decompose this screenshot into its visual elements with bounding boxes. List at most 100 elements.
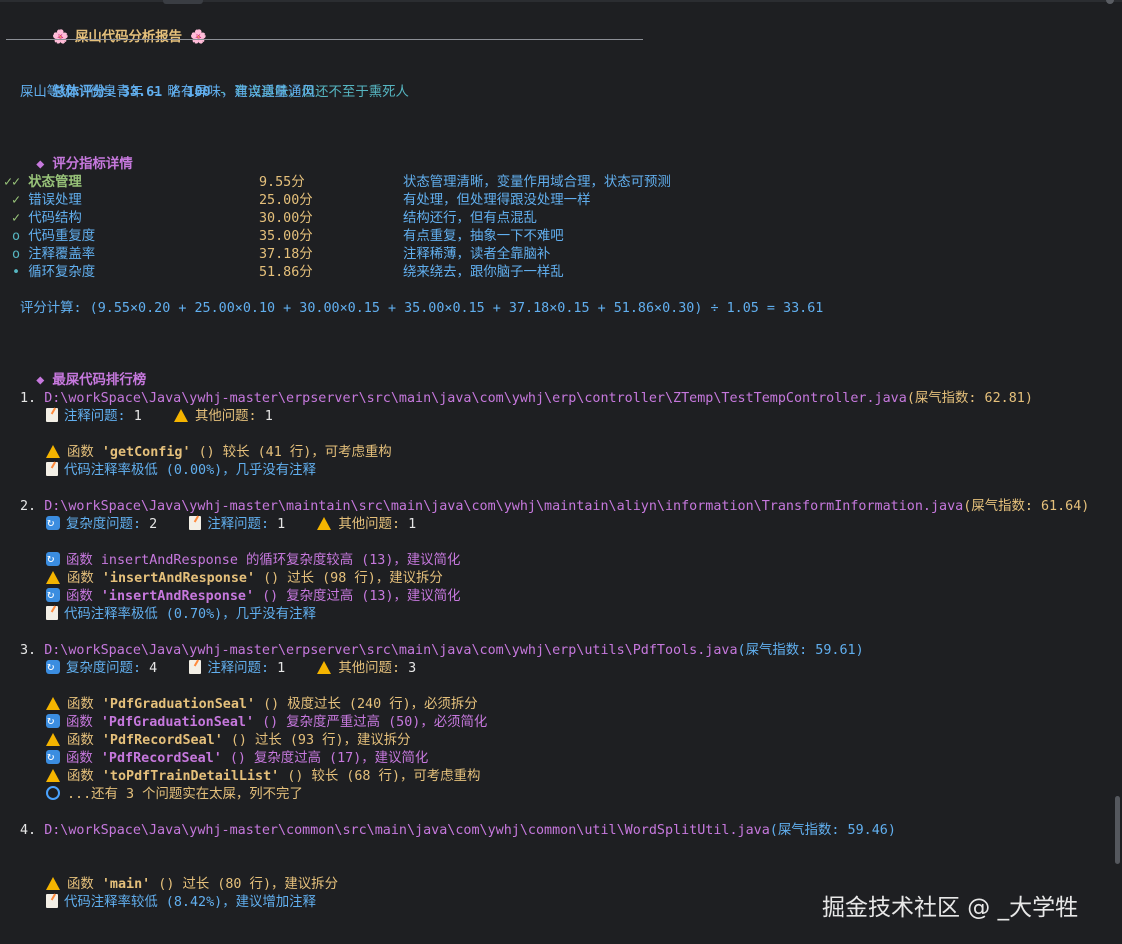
ranking-section-title: ◆ 最屎代码排行榜 bbox=[36, 373, 147, 388]
metric-description: 绕来绕去，跟你脑子一样乱 bbox=[403, 265, 564, 280]
metric-name: 代码重复度 bbox=[28, 229, 96, 244]
metric-score: 35.00分 bbox=[259, 229, 313, 244]
warning-icon bbox=[317, 517, 332, 530]
issue-detail: () 复杂度过高 (17)，建议简化 bbox=[221, 751, 429, 766]
ranked-file-row: 1. D:\workSpace\Java\ywhj-master\erpserv… bbox=[20, 390, 1033, 408]
memo-icon bbox=[46, 408, 58, 422]
shit-index: (屎气指数: 59.46) bbox=[769, 823, 896, 838]
issue-count-value: 4 bbox=[149, 661, 158, 676]
issue-item: 函数 'PdfRecordSeal' () 复杂度过高 (17)，建议简化 bbox=[46, 747, 429, 768]
issue-item: 函数 'getConfig' () 较长 (41 行)，可考虑重构 bbox=[46, 444, 392, 462]
scrollbar-thumb[interactable] bbox=[1115, 796, 1120, 864]
file-path-link[interactable]: D:\workSpace\Java\ywhj-master\erpserver\… bbox=[44, 391, 907, 406]
issue-text: ...还有 3 个问题实在太屎，列不完了 bbox=[67, 787, 303, 802]
tab-handle[interactable] bbox=[163, 0, 203, 4]
metric-status-icon: o bbox=[4, 247, 21, 262]
warning-icon bbox=[46, 733, 60, 746]
issue-detail: () 过长 (98 行)，建议拆分 bbox=[255, 571, 443, 586]
function-name: 'PdfGraduationSeal' bbox=[101, 697, 256, 712]
rank-number: 2. bbox=[20, 499, 37, 514]
issue-text: 代码注释率极低 (0.70%)，几乎没有注释 bbox=[64, 607, 316, 622]
issue-text: 代码注释率极低 (0.00%)，几乎没有注释 bbox=[64, 463, 316, 478]
warning-icon bbox=[46, 769, 60, 782]
file-path-link[interactable]: D:\workSpace\Java\ywhj-master\maintain\s… bbox=[44, 499, 963, 514]
memo-icon bbox=[189, 660, 202, 674]
metric-description: 状态管理清晰，变量作用域合理，状态可预测 bbox=[403, 175, 671, 190]
issue-item: 代码注释率较低 (8.42%)，建议增加注释 bbox=[46, 894, 316, 912]
issue-detail: () 较长 (68 行)，可考虑重构 bbox=[279, 769, 481, 784]
shit-index: (屎气指数: 61.64) bbox=[963, 499, 1090, 514]
issue-count-label: 其他问题: bbox=[338, 661, 409, 676]
ranked-file-row: 2. D:\workSpace\Java\ywhj-master\maintai… bbox=[20, 498, 1089, 516]
file-path-link[interactable]: D:\workSpace\Java\ywhj-master\erpserver\… bbox=[44, 643, 737, 658]
memo-icon bbox=[189, 516, 202, 530]
issue-text: 函数 bbox=[67, 697, 102, 712]
report-title: 屎山代码分析报告 bbox=[74, 30, 183, 45]
issue-count-value: 2 bbox=[149, 517, 158, 532]
issue-count-value: 1 bbox=[264, 409, 273, 424]
issue-item: 函数 'main' () 过长 (80 行)，建议拆分 bbox=[46, 876, 338, 894]
metric-name: 代码结构 bbox=[28, 211, 82, 226]
cycle-icon bbox=[46, 657, 60, 675]
metric-row: o 代码重复度 bbox=[4, 228, 95, 246]
issue-text: 函数 bbox=[67, 877, 102, 892]
metric-score: 37.18分 bbox=[259, 247, 313, 262]
shit-level-line: 屎山等级: 微臭青年 - 略有异味，建议适量通风 bbox=[20, 85, 315, 100]
metric-name: 循环复杂度 bbox=[28, 265, 96, 280]
function-name: 'main' bbox=[101, 877, 151, 892]
metric-score: 30.00分 bbox=[259, 211, 313, 226]
warning-icon bbox=[46, 877, 60, 890]
function-name: 'toPdfTrainDetailList' bbox=[101, 769, 280, 784]
warning-icon bbox=[174, 409, 188, 422]
issue-detail: () 复杂度严重过高 (50)，必须简化 bbox=[254, 715, 488, 730]
issue-text: 函数 bbox=[67, 445, 102, 460]
memo-icon bbox=[46, 462, 58, 476]
issue-detail: () 过长 (80 行)，建议拆分 bbox=[150, 877, 338, 892]
issue-detail: () 复杂度过高 (13)，建议简化 bbox=[254, 589, 461, 604]
header-divider bbox=[6, 39, 643, 40]
issue-item: 函数 'PdfRecordSeal' () 过长 (93 行)，建议拆分 bbox=[46, 732, 411, 750]
function-name: 'insertAndResponse' bbox=[100, 589, 255, 604]
issue-count-label: 复杂度问题: bbox=[66, 661, 150, 676]
shit-index: (屎气指数: 62.81) bbox=[906, 391, 1033, 406]
metric-score: 9.55分 bbox=[259, 175, 305, 190]
metric-description: 注释稀薄，读者全靠脑补 bbox=[403, 247, 551, 262]
report-header: 🌸 屎山代码分析报告 🌸 bbox=[20, 11, 213, 45]
metric-status-icon: ✓ bbox=[4, 211, 21, 226]
issue-counts: 复杂度问题: 4 注释问题: 1 其他问题: 3 bbox=[46, 657, 416, 678]
metric-row: o 注释覆盖率 bbox=[4, 246, 95, 264]
ranked-file-row: 4. D:\workSpace\Java\ywhj-master\common\… bbox=[20, 822, 896, 840]
window-control[interactable] bbox=[1106, 0, 1114, 4]
cycle-icon bbox=[46, 585, 60, 603]
overall-score-line: 总体评分: 33.61 / 100 - 有点臭味，但还不至于熏死人 bbox=[20, 66, 409, 100]
function-name: 'PdfRecordSeal' bbox=[101, 733, 223, 748]
issue-text: 函数 bbox=[66, 715, 101, 730]
metric-description: 结构还行，但有点混乱 bbox=[403, 211, 537, 226]
cycle-icon bbox=[46, 747, 60, 765]
memo-icon bbox=[46, 894, 58, 908]
rank-number: 1. bbox=[20, 391, 37, 406]
issue-text: 函数 bbox=[67, 733, 102, 748]
metric-score: 51.86分 bbox=[259, 265, 313, 280]
score-formula: 评分计算: (9.55×0.20 + 25.00×0.10 + 30.00×0.… bbox=[20, 301, 824, 316]
issue-counts: 复杂度问题: 2 注释问题: 1 其他问题: 1 bbox=[46, 513, 416, 534]
metrics-section-title: ◆ 评分指标详情 bbox=[36, 157, 133, 172]
terminal-window: 🌸 屎山代码分析报告 🌸 总体评分: 33.61 / 100 - 有点臭味，但还不… bbox=[0, 0, 1122, 944]
issue-item: ...还有 3 个问题实在太屎，列不完了 bbox=[46, 786, 303, 804]
issue-detail: () 过长 (93 行)，建议拆分 bbox=[222, 733, 411, 748]
warning-icon bbox=[46, 571, 60, 584]
cycle-icon bbox=[46, 513, 60, 531]
rank-number: 4. bbox=[20, 823, 37, 838]
file-path-link[interactable]: D:\workSpace\Java\ywhj-master\common\src… bbox=[44, 823, 770, 838]
diamond-bullet-icon: ◆ bbox=[36, 373, 45, 388]
metric-name: 注释覆盖率 bbox=[28, 247, 96, 262]
issue-text: 函数 bbox=[66, 589, 101, 604]
cycle-icon bbox=[46, 549, 60, 567]
issue-item: 函数 insertAndResponse 的循环复杂度较高 (13)，建议简化 bbox=[46, 549, 460, 570]
metric-row: • 循环复杂度 bbox=[4, 264, 95, 282]
issue-item: 代码注释率极低 (0.00%)，几乎没有注释 bbox=[46, 462, 316, 480]
warning-icon bbox=[46, 697, 60, 710]
flower-icon: 🌸 bbox=[52, 30, 69, 45]
issue-item: 函数 'PdfGraduationSeal' () 复杂度严重过高 (50)，必… bbox=[46, 711, 488, 732]
search-icon bbox=[46, 786, 60, 800]
